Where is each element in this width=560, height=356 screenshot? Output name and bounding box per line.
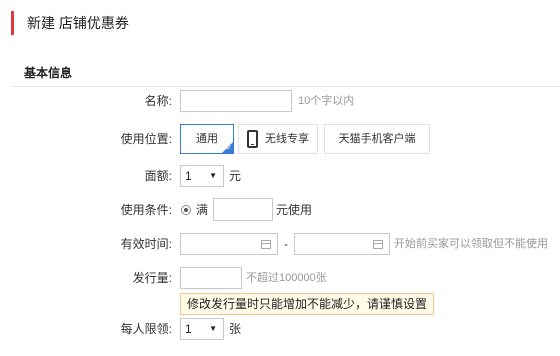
calendar-icon[interactable] [261, 240, 271, 249]
condition-radio[interactable] [181, 205, 191, 215]
issue-qty-label: 发行量: [132, 271, 172, 285]
start-date-input[interactable] [180, 233, 278, 255]
option-mobile-label: 无线专享 [265, 133, 309, 145]
option-tmall-app-label: 天猫手机客户端 [338, 133, 416, 145]
end-date-input[interactable] [294, 233, 390, 255]
issue-qty-input[interactable] [180, 267, 242, 289]
date-separator: - [284, 237, 288, 251]
position-row: 使用位置: 通用 ✓ 无线专享 天猫手机客户端 [0, 124, 560, 154]
name-input[interactable] [180, 90, 292, 112]
name-hint: 10个字以内 [298, 95, 355, 107]
condition-suffix: 元使用 [276, 203, 313, 217]
condition-amount-input[interactable] [213, 198, 273, 221]
option-general-label: 通用 [196, 133, 218, 145]
limit-row: 每人限领: 1 ▼ 张 [0, 317, 560, 341]
amount-select-value: 1 [185, 169, 192, 183]
name-label: 名称: [144, 94, 172, 108]
chevron-down-icon: ▼ [209, 171, 217, 180]
limit-select[interactable]: 1 ▼ [180, 318, 224, 340]
calendar-icon[interactable] [373, 240, 383, 249]
phone-icon [247, 130, 258, 148]
amount-select[interactable]: 1 ▼ [180, 165, 224, 187]
issue-qty-hint: 不超过100000张 [246, 272, 327, 284]
amount-label: 面额: [144, 169, 172, 183]
valid-time-hint: 开始前买家可以领取但不能使用 [394, 238, 548, 250]
issue-qty-row: 发行量: 不超过100000张 [0, 266, 560, 290]
valid-time-label: 有效时间: [120, 237, 172, 251]
issue-qty-warning: 修改发行量时只能增加不能减少，请谨慎设置 [180, 293, 435, 315]
option-general[interactable]: 通用 ✓ [180, 124, 234, 154]
limit-select-value: 1 [185, 322, 192, 336]
amount-row: 面额: 1 ▼ 元 [0, 164, 560, 188]
limit-label: 每人限领: [120, 322, 172, 336]
chevron-down-icon: ▼ [209, 324, 217, 333]
condition-radio-label: 满 [196, 203, 209, 217]
amount-unit: 元 [229, 169, 242, 183]
option-mobile[interactable]: 无线专享 [238, 124, 318, 154]
section-title: 基本信息 [24, 66, 73, 80]
valid-time-row: 有效时间: - 开始前买家可以领取但不能使用 [0, 232, 560, 256]
name-row: 名称: 10个字以内 [0, 89, 560, 113]
option-tmall-app[interactable]: 天猫手机客户端 [324, 124, 430, 154]
limit-unit: 张 [229, 322, 242, 336]
condition-row: 使用条件: 满 元使用 [0, 198, 560, 222]
page-title: 新建 店铺优惠券 [11, 11, 129, 35]
position-label: 使用位置: [120, 132, 172, 146]
condition-label: 使用条件: [120, 203, 172, 217]
check-icon: ✓ [226, 145, 232, 152]
page-title-text: 新建 店铺优惠券 [27, 15, 129, 31]
section-divider [12, 86, 560, 87]
